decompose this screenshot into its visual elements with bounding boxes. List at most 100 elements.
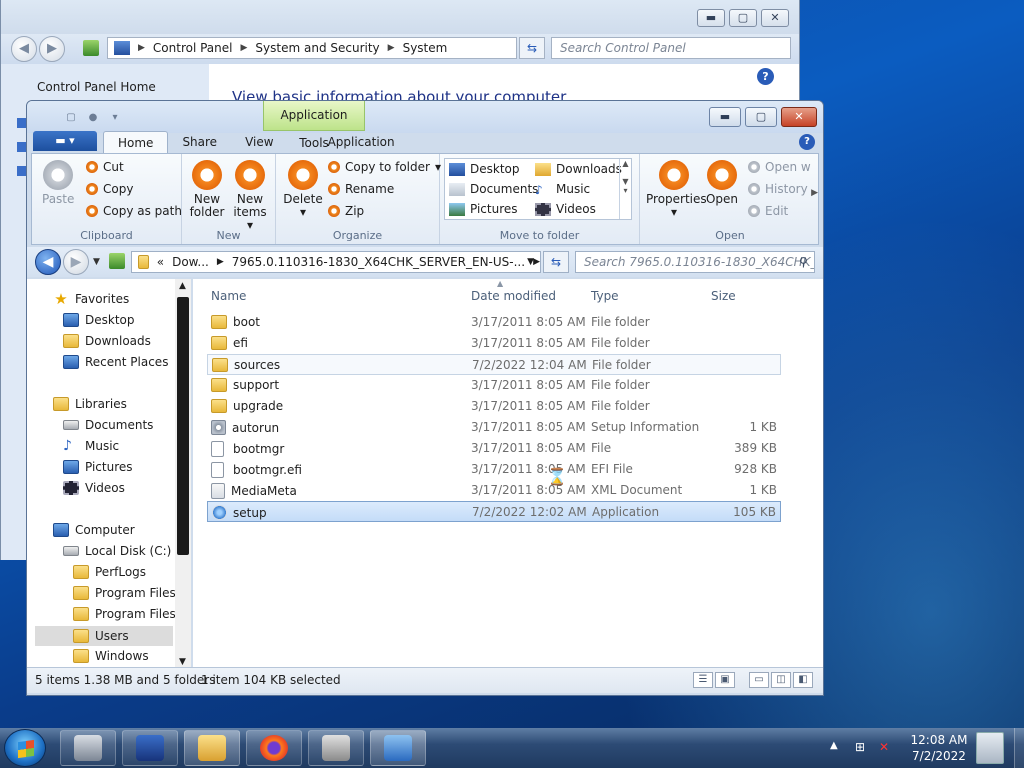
file-row[interactable]: boot 3/17/2011 8:05 AM File folder (207, 312, 781, 333)
file-row[interactable]: bootmgr.efi 3/17/2011 8:05 AM EFI File 928 … (207, 459, 781, 480)
minimize-button[interactable]: ▬ (709, 107, 741, 127)
maximize-button[interactable]: ▢ (745, 107, 777, 127)
search-input[interactable]: Search 7965.0.110316-1830_X64CHK_S... (575, 251, 815, 273)
file-row[interactable]: MediaMeta 3/17/2011 8:05 AM XML Document 1 … (207, 480, 781, 501)
up-icon[interactable] (109, 253, 125, 269)
cp-address-bar[interactable]: ▶ Control Panel ▶ System and Security ▶ Sys… (107, 37, 517, 59)
navigation-pane-icon[interactable]: ◧ (793, 672, 813, 688)
gallery-scroll[interactable]: ▲ ▼ ▾ (619, 159, 631, 219)
file-row-hover[interactable]: sources 7/2/2022 12:04 AM File folder (207, 354, 781, 375)
recent-dropdown-icon[interactable]: ▼ (93, 257, 100, 267)
show-desktop-button[interactable] (1014, 728, 1024, 768)
cp-help-icon[interactable]: ? (757, 68, 774, 85)
cp-home-link[interactable]: Control Panel Home (37, 80, 156, 94)
cp-maximize-button[interactable]: ▢ (729, 9, 757, 27)
taskbar-server-manager[interactable] (60, 730, 116, 766)
open-with-button[interactable]: Open w (748, 160, 811, 174)
large-icons-view-icon[interactable]: ▣ (715, 672, 735, 688)
column-size[interactable]: Size (711, 289, 736, 303)
tab-home[interactable]: Home (103, 131, 169, 153)
gallery-desktop[interactable]: Desktop (449, 162, 520, 176)
details-view-icon[interactable]: ☰ (693, 672, 713, 688)
taskbar-powershell[interactable] (122, 730, 178, 766)
copy-as-path-button[interactable]: Copy as path (86, 204, 182, 218)
nav-program-files-x86[interactable]: Program Files ( (73, 607, 184, 621)
search-icon[interactable]: ⚲ (799, 255, 808, 269)
properties-qa-icon[interactable]: ▢ (61, 110, 81, 126)
taskbar-firefox[interactable] (246, 730, 302, 766)
properties-button[interactable]: Properties ▾ (646, 160, 707, 219)
file-row[interactable]: autorun 3/17/2011 8:05 AM Setup Informatio… (207, 417, 781, 438)
new-folder-button[interactable]: New folder (188, 160, 226, 219)
taskbar-explorer[interactable] (184, 730, 240, 766)
nav-videos[interactable]: Videos (63, 481, 125, 495)
nav-scroll-thumb[interactable] (177, 297, 189, 555)
explorer-titlebar[interactable] (27, 101, 823, 133)
edit-button[interactable]: Edit (748, 204, 788, 218)
cp-back-button[interactable]: ◀ (11, 36, 37, 62)
gallery-downloads[interactable]: Downloads (535, 162, 622, 176)
nav-desktop[interactable]: Desktop (63, 313, 135, 327)
nav-recent-places[interactable]: Recent Places (63, 355, 168, 369)
file-row[interactable]: bootmgr 3/17/2011 8:05 AM File 389 KB (207, 438, 781, 459)
taskbar-control-panel[interactable] (370, 730, 426, 766)
cp-titlebar[interactable] (1, 0, 799, 34)
gallery-pictures[interactable]: Pictures (449, 202, 518, 216)
nav-program-files[interactable]: Program Files (73, 586, 176, 600)
cp-refresh-icon[interactable]: ⇆ (519, 37, 545, 59)
delete-button[interactable]: Delete ▾ (282, 160, 324, 219)
column-type[interactable]: Type (591, 289, 619, 303)
nav-users[interactable]: Users (35, 626, 173, 646)
network-icon[interactable]: ⊞ (852, 740, 868, 756)
forward-button[interactable]: ▶ (63, 249, 89, 275)
nav-libraries[interactable]: Libraries (53, 397, 127, 411)
paste-button[interactable]: Paste (42, 160, 74, 206)
file-row[interactable]: upgrade 3/17/2011 8:05 AM File folder (207, 396, 781, 417)
gallery-music[interactable]: ♪ Music (535, 182, 590, 197)
show-hidden-icons[interactable]: ▲ (830, 740, 838, 751)
clock[interactable]: 12:08 AM 7/2/2022 (904, 732, 974, 764)
gallery-documents[interactable]: Documents (449, 182, 538, 196)
close-button[interactable]: ✕ (781, 107, 817, 127)
tab-share[interactable]: Share (168, 131, 231, 153)
nav-music[interactable]: ♪ Music (63, 439, 119, 453)
qa-dropdown-icon[interactable]: ▾ (105, 110, 125, 126)
nav-favorites[interactable]: ★ Favorites (53, 292, 129, 307)
file-row[interactable]: support 3/17/2011 8:05 AM File folder (207, 375, 781, 396)
zip-button[interactable]: Zip (328, 204, 364, 218)
history-button[interactable]: History (748, 182, 808, 196)
file-row-selected[interactable]: setup 7/2/2022 12:02 AM Application 105 KB (207, 501, 781, 522)
nav-documents[interactable]: Documents (63, 418, 153, 432)
cut-button[interactable]: Cut (86, 160, 124, 174)
open-button[interactable]: Open (704, 160, 740, 206)
help-icon[interactable]: ? (799, 134, 815, 150)
ribbon-scroll-icon[interactable]: ▶ (811, 188, 818, 198)
preview-pane-icon[interactable]: ▭ (749, 672, 769, 688)
cp-forward-button[interactable]: ▶ (39, 36, 65, 62)
file-menu-button[interactable]: ▬ ▾ (33, 131, 97, 151)
taskbar-tool[interactable] (308, 730, 364, 766)
column-name[interactable]: Name (211, 289, 246, 303)
cp-up-icon[interactable] (83, 40, 99, 56)
tab-application[interactable]: Application (306, 131, 417, 153)
file-row[interactable]: efi 3/17/2011 8:05 AM File folder (207, 333, 781, 354)
refresh-icon[interactable]: ⇆ (543, 251, 569, 273)
details-pane-icon[interactable]: ◫ (771, 672, 791, 688)
cp-search-input[interactable]: Search Control Panel (551, 37, 791, 59)
column-date[interactable]: Date modified (471, 289, 556, 303)
copy-button[interactable]: Copy (86, 182, 133, 196)
cp-minimize-button[interactable]: ▬ (697, 9, 725, 27)
cp-close-button[interactable]: ✕ (761, 9, 789, 27)
gallery-videos[interactable]: Videos (535, 202, 596, 216)
start-button[interactable] (4, 729, 46, 767)
newfolder-qa-icon[interactable]: ● (83, 110, 103, 126)
nav-local-disk[interactable]: Local Disk (C:) (63, 544, 171, 558)
nav-downloads[interactable]: Downloads (63, 334, 151, 348)
back-button[interactable]: ◀ (35, 249, 61, 275)
nav-pictures[interactable]: Pictures (63, 460, 133, 474)
nav-perflogs[interactable]: PerfLogs (73, 565, 146, 579)
copy-to-folder-button[interactable]: Copy to folder ▾ (328, 160, 441, 174)
nav-windows[interactable]: Windows (73, 649, 149, 663)
nav-computer[interactable]: Computer (53, 523, 135, 537)
new-items-button[interactable]: New items ▾ (230, 160, 270, 232)
